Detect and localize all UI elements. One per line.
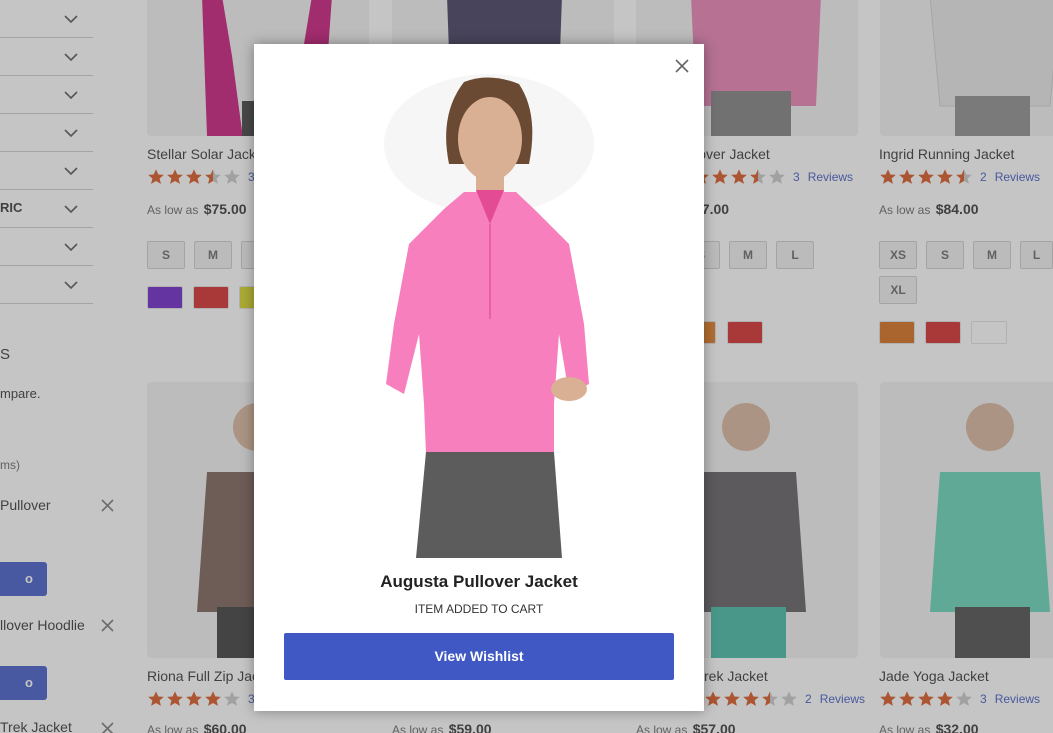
view-wishlist-button[interactable]: View Wishlist (284, 633, 674, 680)
added-to-cart-modal: Augusta Pullover Jacket ITEM ADDED TO CA… (254, 44, 704, 711)
close-icon[interactable] (674, 58, 690, 74)
modal-status-text: ITEM ADDED TO CART (414, 602, 544, 616)
modal-product-title: Augusta Pullover Jacket (380, 572, 578, 591)
product-photo (364, 74, 614, 558)
